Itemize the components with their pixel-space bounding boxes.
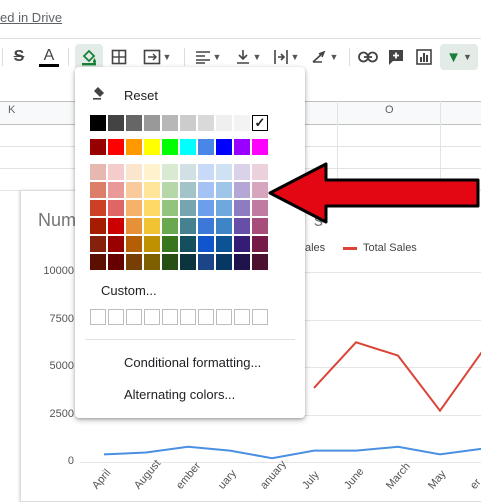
shade-color-swatch[interactable] <box>108 164 124 180</box>
shade-color-swatch[interactable] <box>162 200 178 216</box>
custom-color-slot[interactable] <box>108 309 124 325</box>
gray-color-swatch[interactable] <box>90 115 106 131</box>
series-line-total-sales <box>313 341 481 413</box>
shade-color-swatch[interactable] <box>90 200 106 216</box>
shade-color-swatch[interactable] <box>216 236 232 252</box>
shade-color-swatch[interactable] <box>198 182 214 198</box>
custom-color-option[interactable]: Custom... <box>101 283 157 298</box>
shade-color-swatch[interactable] <box>126 218 142 234</box>
shade-color-swatch[interactable] <box>180 182 196 198</box>
gray-color-swatch[interactable] <box>144 115 160 131</box>
shade-color-swatch[interactable] <box>234 164 250 180</box>
shade-color-swatch[interactable] <box>144 182 160 198</box>
gray-color-swatch[interactable] <box>108 115 124 131</box>
menu-divider <box>85 339 295 340</box>
bright-color-swatch[interactable] <box>126 139 142 155</box>
shade-color-swatch[interactable] <box>108 218 124 234</box>
custom-color-slot[interactable] <box>216 309 232 325</box>
custom-color-slot[interactable] <box>162 309 178 325</box>
shade-color-swatch[interactable] <box>162 182 178 198</box>
shade-color-swatch[interactable] <box>180 218 196 234</box>
shade-color-swatch[interactable] <box>198 164 214 180</box>
bright-color-swatch[interactable] <box>180 139 196 155</box>
shade-color-swatch[interactable] <box>234 236 250 252</box>
shade-color-swatch[interactable] <box>252 254 268 270</box>
shade-color-swatch[interactable] <box>108 254 124 270</box>
shade-color-swatch[interactable] <box>90 254 106 270</box>
reset-icon <box>92 86 108 105</box>
shade-color-swatch[interactable] <box>126 236 142 252</box>
gray-color-swatch[interactable] <box>126 115 142 131</box>
bright-color-swatch[interactable] <box>198 139 214 155</box>
gray-color-swatch[interactable] <box>216 115 232 131</box>
bright-color-swatch[interactable] <box>108 139 124 155</box>
conditional-formatting-option[interactable]: Conditional formatting... <box>124 355 261 370</box>
bright-color-swatch[interactable] <box>216 139 232 155</box>
gray-color-swatch[interactable] <box>234 115 250 131</box>
shade-color-swatch[interactable] <box>144 236 160 252</box>
custom-color-slot[interactable] <box>90 309 106 325</box>
shade-color-swatch[interactable] <box>234 218 250 234</box>
shade-color-swatch[interactable] <box>216 164 232 180</box>
gray-color-swatch[interactable] <box>162 115 178 131</box>
shade-color-swatch[interactable] <box>126 182 142 198</box>
shade-color-swatch[interactable] <box>180 236 196 252</box>
shade-color-swatch[interactable] <box>252 236 268 252</box>
shade-color-swatch[interactable] <box>198 254 214 270</box>
shade-color-swatch[interactable] <box>234 254 250 270</box>
shade-color-swatch[interactable] <box>180 254 196 270</box>
selected-check-icon[interactable]: ✓ <box>252 115 268 131</box>
shade-color-swatch[interactable] <box>144 200 160 216</box>
shade-color-swatch[interactable] <box>234 182 250 198</box>
bright-color-swatch[interactable] <box>234 139 250 155</box>
shade-color-swatch[interactable] <box>162 236 178 252</box>
red-arrow-annotation <box>268 162 480 224</box>
shade-color-swatch[interactable] <box>216 218 232 234</box>
shade-color-swatch[interactable] <box>162 164 178 180</box>
custom-color-slot[interactable] <box>180 309 196 325</box>
shade-color-swatch[interactable] <box>198 200 214 216</box>
custom-color-slot[interactable] <box>198 309 214 325</box>
shade-color-swatch[interactable] <box>180 200 196 216</box>
series-line <box>103 445 481 460</box>
custom-color-slot[interactable] <box>144 309 160 325</box>
shade-color-swatch[interactable] <box>234 200 250 216</box>
reset-option[interactable]: Reset <box>124 88 158 103</box>
gray-color-swatch[interactable] <box>198 115 214 131</box>
shade-color-swatch[interactable] <box>126 164 142 180</box>
shade-color-swatch[interactable] <box>108 236 124 252</box>
shade-color-swatch[interactable] <box>90 164 106 180</box>
shade-color-swatch[interactable] <box>162 218 178 234</box>
shade-color-swatch[interactable] <box>216 182 232 198</box>
shade-color-swatch[interactable] <box>144 164 160 180</box>
bright-color-swatch[interactable] <box>144 139 160 155</box>
shade-color-swatch[interactable] <box>216 200 232 216</box>
gray-color-swatch[interactable] <box>180 115 196 131</box>
shade-color-swatch[interactable] <box>180 164 196 180</box>
bright-color-swatch[interactable] <box>162 139 178 155</box>
custom-color-slot[interactable] <box>252 309 268 325</box>
shade-color-swatch[interactable] <box>198 218 214 234</box>
shade-color-swatch[interactable] <box>162 254 178 270</box>
bright-color-swatch[interactable] <box>252 139 268 155</box>
shade-color-swatch[interactable] <box>144 254 160 270</box>
shade-color-swatch[interactable] <box>144 218 160 234</box>
custom-color-slot[interactable] <box>234 309 250 325</box>
shade-color-swatch[interactable] <box>126 200 142 216</box>
shade-color-swatch[interactable] <box>90 236 106 252</box>
shade-color-swatch[interactable] <box>108 182 124 198</box>
shade-color-swatch[interactable] <box>90 182 106 198</box>
shade-color-swatch[interactable] <box>90 218 106 234</box>
bright-color-swatch[interactable] <box>90 139 106 155</box>
shade-color-swatch[interactable] <box>198 236 214 252</box>
custom-color-slot[interactable] <box>126 309 142 325</box>
shade-color-swatch[interactable] <box>216 254 232 270</box>
shade-color-swatch[interactable] <box>108 200 124 216</box>
alternating-colors-option[interactable]: Alternating colors... <box>124 387 235 402</box>
shade-color-swatch[interactable] <box>126 254 142 270</box>
